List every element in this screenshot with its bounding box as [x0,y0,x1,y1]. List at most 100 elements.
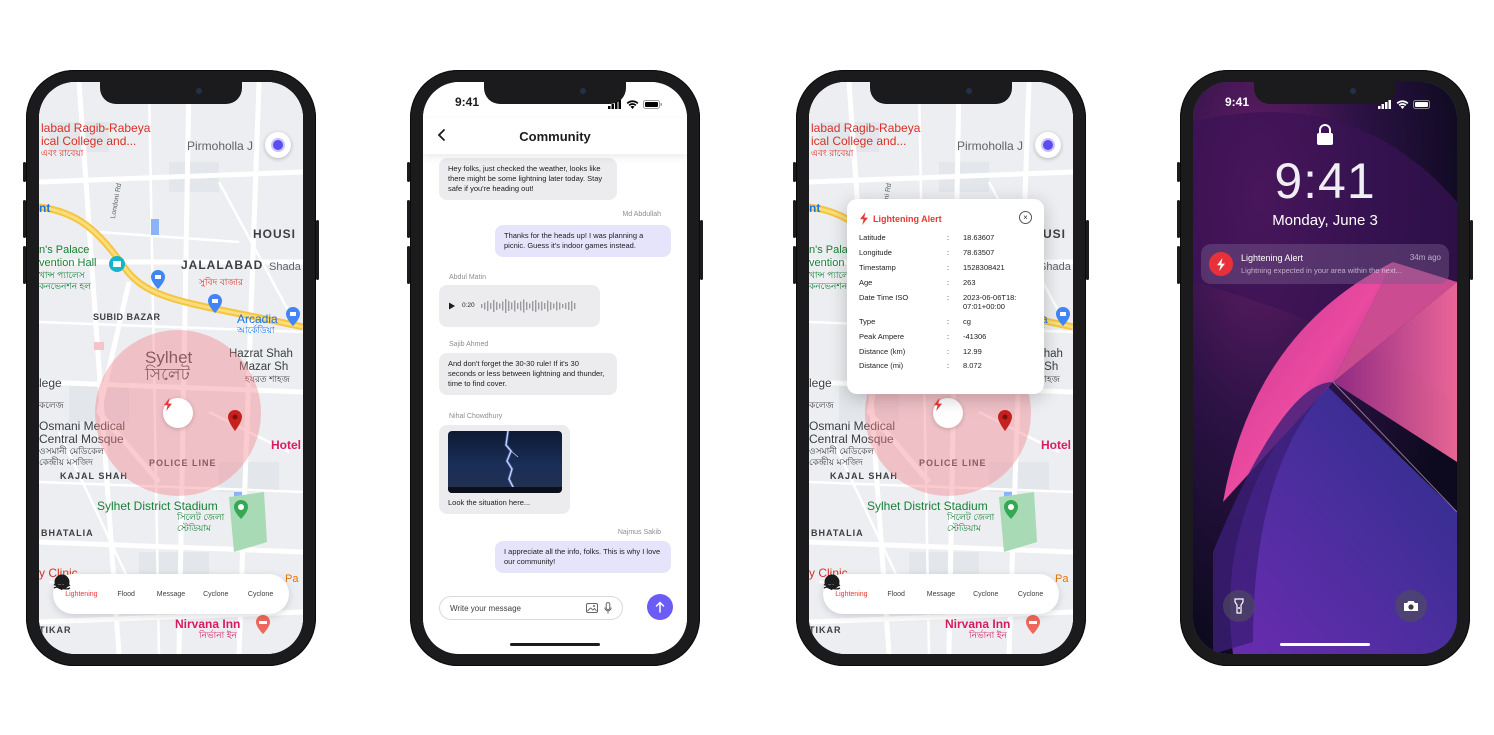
map-label: lege [39,376,62,390]
map-view[interactable]: labad Ragib-Rabeya ical College and... এ… [39,82,303,654]
tab-message[interactable]: Message [54,574,192,598]
map-label: n's Palace [39,244,90,256]
image-icon[interactable] [586,603,598,613]
waveform-bar [555,301,558,311]
alert-separator: : [947,247,950,257]
lightning-marker[interactable] [933,398,963,428]
my-location-button[interactable] [265,132,291,158]
map-label: ical College and... [811,134,907,148]
tab-storm[interactable]: Cyclone [55,574,282,598]
tab-flood[interactable]: Flood [823,576,917,598]
lock-icon [1317,124,1333,145]
waveform-bar [519,301,522,311]
back-icon[interactable] [435,128,449,142]
waveform-bar [513,300,516,312]
sender-name: Nihal Chowdhury [449,413,503,420]
map-label: সিলেট জেলা [177,512,225,522]
send-button[interactable] [647,594,673,620]
tab-lightning[interactable]: Lightening [827,575,872,598]
location-pin-icon[interactable] [997,410,1013,432]
image-message[interactable]: Look the situation here... [439,425,570,515]
bottom-tab-bar: Lightening Flood Message Cyclone Cyclone [53,574,289,614]
tab-label: Message [156,590,186,598]
phone-chat: 9:41 Community Hey folks, just checked t… [407,70,703,666]
alert-row: Date Time ISO: 2023-06-06T18: 07:01+00:00 [859,293,1032,312]
waveform-bar [561,304,564,308]
map-label: TIKAR [809,625,842,635]
lightning-bolt-image [448,431,562,493]
waveform-bar [498,303,501,309]
waveform-bar [507,301,510,311]
home-indicator [1280,643,1370,646]
lightning-icon [860,212,868,225]
microphone-icon[interactable] [604,602,612,614]
alert-title: Lightening Alert [859,212,1032,225]
tab-cyclone[interactable]: Cyclone [824,575,1007,598]
tab-cyclone[interactable]: Cyclone [54,575,237,598]
waveform-bar [495,302,498,310]
my-location-button[interactable] [1035,132,1061,158]
alert-details: Latitude: 18.63607 Longitude: 78.63507 Times… [859,233,1032,371]
alert-separator: : [947,277,950,287]
stadium-marker-icon[interactable] [233,500,249,520]
voice-message[interactable]: 0:20 [439,285,600,327]
lightning-photo[interactable] [448,431,562,493]
status-bar: 9:41 [423,82,687,118]
shopping-marker-icon[interactable] [285,307,301,327]
map-label: nt [809,201,821,215]
shopping-marker-icon[interactable] [1055,307,1071,327]
lightning-marker[interactable] [163,398,193,428]
waveform-bar [504,299,507,313]
waveform-bar [525,302,528,310]
shopping-marker-icon[interactable] [207,294,223,314]
stadium-marker-icon[interactable] [1003,500,1019,520]
lock-date: Monday, June 3 [1272,212,1378,229]
hotel-marker-icon[interactable] [255,615,271,635]
tab-message[interactable]: Message [824,574,962,598]
alert-row: Distance (km): 12.99 [859,347,1032,356]
alert-value: 8.072 [963,361,982,371]
tab-flood[interactable]: Flood [53,576,147,598]
waveform-bar [558,302,561,310]
sender-name: Md Abdullah [622,211,661,218]
flashlight-button[interactable] [1223,590,1255,622]
voice-duration: 0:20 [462,301,475,309]
waveform-bar [537,302,540,310]
map-label: কেন্দ্রীয় মসজিদ [39,457,93,467]
place-marker-icon[interactable] [108,255,126,275]
alert-title-text: Lightening Alert [873,213,942,224]
hotel-marker-icon[interactable] [1025,615,1041,635]
notification-text: Lightning expected in your area within t… [1241,266,1402,275]
message-input[interactable] [450,603,586,613]
waveform-bar [492,300,495,312]
close-icon[interactable]: × [1019,211,1032,224]
camera-button[interactable] [1395,590,1427,622]
alert-key: Peak Ampere [859,331,905,341]
map-label: ওসমানী মেডিকেল [809,446,875,456]
message-list[interactable]: Hey folks, just checked the weather, loo… [423,154,687,594]
chat-header: Community [423,118,687,154]
waveform-bar [483,302,486,310]
alert-key: Distance (km) [859,346,906,356]
lightning-notification[interactable]: Lightening Alert 34m ago Lightning expec… [1201,244,1449,284]
message-bubble: Thanks for the heads up! I was planning … [495,225,671,258]
play-icon[interactable] [448,302,456,310]
map-label: labad Ragib-Rabeya [41,121,151,135]
waveform-bar [570,301,573,311]
alert-separator: : [947,292,950,302]
map-label: vention Hall [39,257,97,269]
tab-storm[interactable]: Cyclone [825,574,1052,598]
map-label: ওসমানী মেডিকেল [39,446,105,456]
waveform-bar [534,300,537,312]
map-label: JALALABAD [181,258,264,272]
home-indicator [510,643,600,646]
map-label: সিলেট জেলা [947,512,995,522]
alert-key: Distance (mi) [859,361,904,371]
message-composer [439,596,623,620]
lightning-icon [1209,252,1233,276]
location-pin-icon[interactable] [227,410,243,432]
tab-lightning[interactable]: Lightening [57,575,102,598]
waveform-bar [531,301,534,311]
signal-icon [608,100,621,109]
shopping-marker-icon[interactable] [150,270,166,290]
